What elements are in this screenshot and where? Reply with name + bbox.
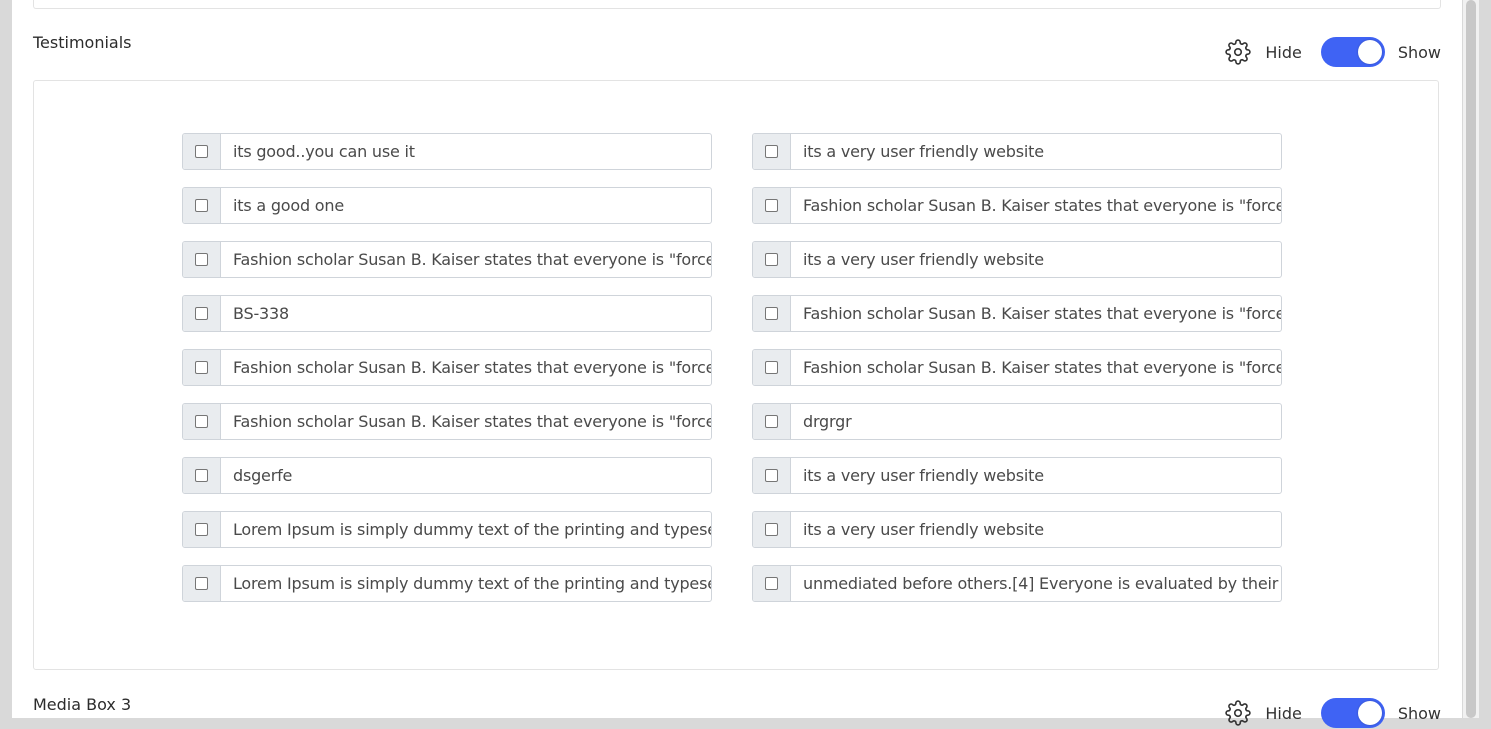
testimonial-text: unmediated before others.[4] Everyone is… <box>803 574 1281 593</box>
testimonial-text: its a very user friendly website <box>803 250 1044 269</box>
testimonial-item: Fashion scholar Susan B. Kaiser states t… <box>752 349 1282 386</box>
testimonial-item: Fashion scholar Susan B. Kaiser states t… <box>752 295 1282 332</box>
testimonial-text: its a very user friendly website <box>803 142 1044 161</box>
visibility-toggle[interactable] <box>1320 37 1385 67</box>
testimonial-text: Lorem Ipsum is simply dummy text of the … <box>233 520 711 539</box>
testimonial-checkbox[interactable] <box>195 577 208 590</box>
testimonial-text: drgrgr <box>803 412 852 431</box>
testimonial-checkbox-cell[interactable] <box>183 512 221 547</box>
scrollbar-thumb[interactable] <box>1466 0 1476 718</box>
media-box-visibility-controls: Hide Show <box>1225 697 1441 729</box>
testimonial-checkbox[interactable] <box>765 415 778 428</box>
visibility-toggle[interactable] <box>1320 698 1385 728</box>
testimonial-item: Fashion scholar Susan B. Kaiser states t… <box>182 349 712 386</box>
testimonial-text: Lorem Ipsum is simply dummy text of the … <box>233 574 711 593</box>
testimonial-checkbox-cell[interactable] <box>753 404 791 439</box>
testimonial-item: Lorem Ipsum is simply dummy text of the … <box>182 565 712 602</box>
testimonial-text: its a very user friendly website <box>803 466 1044 485</box>
testimonial-checkbox-cell[interactable] <box>753 350 791 385</box>
toggle-knob <box>1357 701 1382 725</box>
testimonial-checkbox[interactable] <box>195 361 208 374</box>
testimonial-item: drgrgr <box>752 403 1282 440</box>
testimonial-item: Lorem Ipsum is simply dummy text of the … <box>182 511 712 548</box>
testimonials-visibility-controls: Hide Show <box>1225 36 1441 68</box>
testimonial-text: Fashion scholar Susan B. Kaiser states t… <box>803 358 1281 377</box>
testimonial-text: Fashion scholar Susan B. Kaiser states t… <box>233 250 711 269</box>
content-panel: Testimonials Hide Show its good..you can… <box>12 0 1462 728</box>
testimonial-text: its good..you can use it <box>233 142 415 161</box>
testimonials-box: its good..you can use it its a very user … <box>33 80 1439 670</box>
previous-section-box <box>33 0 1441 9</box>
testimonial-item: Fashion scholar Susan B. Kaiser states t… <box>752 187 1282 224</box>
show-label: Show <box>1397 42 1441 62</box>
testimonial-item: dsgerfe <box>182 457 712 494</box>
testimonial-item: BS-338 <box>182 295 712 332</box>
testimonial-checkbox[interactable] <box>195 469 208 482</box>
testimonial-checkbox-cell[interactable] <box>753 242 791 277</box>
testimonial-checkbox[interactable] <box>195 199 208 212</box>
testimonial-checkbox-cell[interactable] <box>183 404 221 439</box>
testimonials-grid: its good..you can use it its a very user … <box>182 133 1282 602</box>
testimonial-text: its a good one <box>233 196 344 215</box>
page-scrollbar[interactable] <box>1463 0 1479 718</box>
hide-label: Hide <box>1265 703 1302 723</box>
testimonial-checkbox[interactable] <box>765 199 778 212</box>
testimonial-item: its a good one <box>182 187 712 224</box>
hide-label: Hide <box>1265 42 1302 62</box>
testimonial-item: Fashion scholar Susan B. Kaiser states t… <box>182 403 712 440</box>
testimonial-checkbox[interactable] <box>195 523 208 536</box>
testimonial-checkbox-cell[interactable] <box>753 296 791 331</box>
testimonial-checkbox-cell[interactable] <box>753 566 791 601</box>
testimonial-checkbox-cell[interactable] <box>183 458 221 493</box>
testimonial-checkbox-cell[interactable] <box>753 512 791 547</box>
testimonial-text: Fashion scholar Susan B. Kaiser states t… <box>233 412 711 431</box>
testimonial-text: Fashion scholar Susan B. Kaiser states t… <box>803 196 1281 215</box>
testimonial-item: its a very user friendly website <box>752 241 1282 278</box>
testimonial-text: BS-338 <box>233 304 289 323</box>
testimonial-item: its good..you can use it <box>182 133 712 170</box>
testimonial-checkbox[interactable] <box>765 307 778 320</box>
testimonial-checkbox[interactable] <box>195 415 208 428</box>
testimonial-item: its a very user friendly website <box>752 133 1282 170</box>
testimonial-checkbox-cell[interactable] <box>183 350 221 385</box>
testimonial-checkbox-cell[interactable] <box>183 188 221 223</box>
testimonial-checkbox-cell[interactable] <box>753 188 791 223</box>
testimonial-checkbox[interactable] <box>765 523 778 536</box>
testimonial-checkbox-cell[interactable] <box>183 134 221 169</box>
gear-icon[interactable] <box>1225 39 1252 65</box>
testimonial-checkbox[interactable] <box>195 145 208 158</box>
testimonial-checkbox[interactable] <box>765 361 778 374</box>
testimonial-text: Fashion scholar Susan B. Kaiser states t… <box>233 358 711 377</box>
testimonial-item: Fashion scholar Susan B. Kaiser states t… <box>182 241 712 278</box>
testimonial-checkbox[interactable] <box>195 307 208 320</box>
testimonial-checkbox[interactable] <box>195 253 208 266</box>
testimonial-text: dsgerfe <box>233 466 293 485</box>
testimonial-item: unmediated before others.[4] Everyone is… <box>752 565 1282 602</box>
toggle-knob <box>1357 40 1382 64</box>
testimonial-checkbox[interactable] <box>765 469 778 482</box>
gear-icon[interactable] <box>1225 700 1252 726</box>
show-label: Show <box>1397 703 1441 723</box>
testimonial-item: its a very user friendly website <box>752 457 1282 494</box>
testimonial-text: Fashion scholar Susan B. Kaiser states t… <box>803 304 1281 323</box>
testimonial-checkbox-cell[interactable] <box>753 458 791 493</box>
testimonial-text: its a very user friendly website <box>803 520 1044 539</box>
testimonial-checkbox[interactable] <box>765 145 778 158</box>
testimonial-checkbox-cell[interactable] <box>183 296 221 331</box>
testimonial-checkbox[interactable] <box>765 253 778 266</box>
testimonial-checkbox-cell[interactable] <box>183 566 221 601</box>
section-title-media-box-3: Media Box 3 <box>33 695 132 714</box>
testimonial-checkbox-cell[interactable] <box>183 242 221 277</box>
testimonial-checkbox[interactable] <box>765 577 778 590</box>
testimonial-checkbox-cell[interactable] <box>753 134 791 169</box>
section-title-testimonials: Testimonials <box>33 33 132 52</box>
testimonial-item: its a very user friendly website <box>752 511 1282 548</box>
